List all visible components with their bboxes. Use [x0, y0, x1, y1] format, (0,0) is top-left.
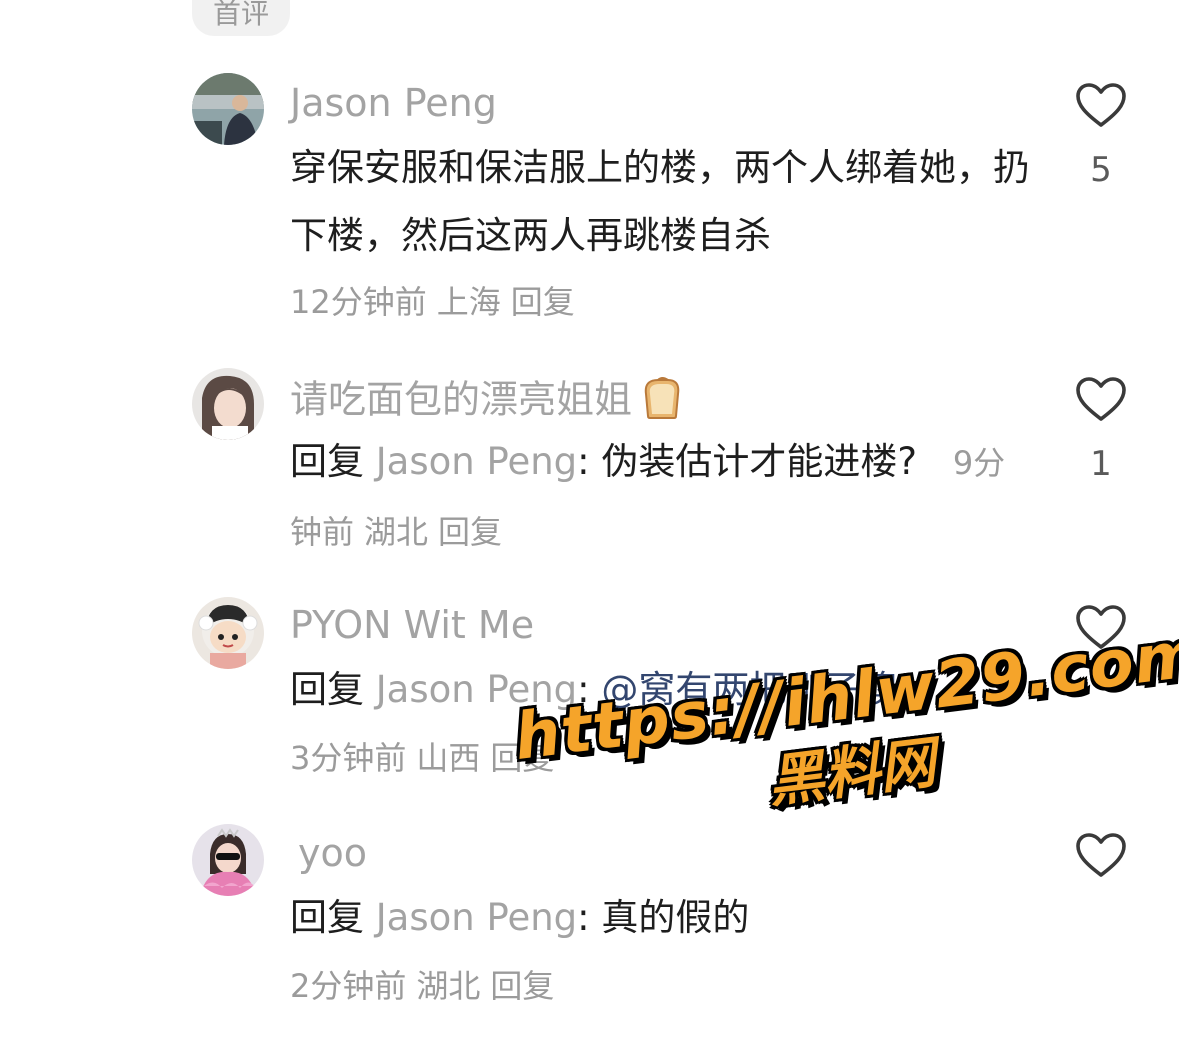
comment-meta: 12分钟前 上海 回复 [290, 282, 585, 322]
reply-prefix: 回复 [290, 896, 364, 939]
comment-text: 穿保安服和保洁服上的楼，两个人绑着她，扔下楼，然后这两人再跳楼自杀 [290, 146, 1030, 257]
reply-colon: : [577, 440, 590, 483]
username[interactable]: yoo [298, 830, 367, 876]
heart-icon [1076, 833, 1126, 877]
reply-button[interactable]: 回复 [490, 967, 554, 1005]
like-count: 5 [1090, 150, 1112, 190]
comment-location: 湖北 [416, 967, 481, 1005]
avatar[interactable] [192, 824, 264, 896]
like-count: 1 [1090, 444, 1112, 484]
like-button[interactable]: 5 [1072, 82, 1130, 190]
username[interactable]: 请吃面包的漂亮姐姐 [290, 374, 684, 430]
comment-text: 回复 Jason Peng: 真的假的 [290, 884, 1030, 952]
username-text: 请吃面包的漂亮姐姐 [290, 377, 633, 422]
reply-target-user[interactable]: Jason Peng [376, 896, 577, 939]
username[interactable]: PYON Wit Me [290, 602, 534, 648]
reply-content: 伪装估计才能进楼? [589, 440, 918, 483]
comment-time: 12分钟前 [290, 283, 427, 321]
mention-link[interactable]: @窝有两把刷子噢 [590, 668, 897, 711]
reply-button[interactable]: 回复 [438, 513, 502, 551]
reply-target-user[interactable]: Jason Peng [376, 668, 577, 711]
heart-icon [1076, 605, 1126, 649]
like-button[interactable] [1072, 604, 1130, 650]
avatar[interactable] [192, 597, 264, 669]
comment-time: 2分钟前 [290, 967, 407, 1005]
comment-meta: 2分钟前 湖北 回复 [290, 966, 564, 1006]
comment-location: 湖北 [364, 513, 429, 551]
reply-target-user[interactable]: Jason Peng [376, 440, 577, 483]
comment-text: 回复 Jason Peng: @窝有两把刷子噢 [290, 656, 1030, 724]
heart-icon [1076, 377, 1126, 421]
like-button[interactable] [1072, 832, 1130, 878]
username[interactable]: Jason Peng [290, 80, 497, 126]
comment-text: 回复 Jason Peng: 伪装估计才能进楼? 9分钟前 湖北 回复 [290, 428, 1030, 566]
reply-button[interactable]: 回复 [511, 283, 575, 321]
reply-content: 真的假的 [589, 896, 750, 939]
avatar[interactable] [192, 368, 264, 440]
heart-icon [1076, 83, 1126, 127]
comment-time: 3分钟前 [290, 739, 407, 777]
reply-prefix: 回复 [290, 440, 364, 483]
reply-colon: : [577, 896, 590, 939]
comment-location: 山西 [416, 739, 481, 777]
reply-colon: : [577, 668, 590, 711]
bread-emoji-icon [638, 374, 684, 430]
like-button[interactable]: 1 [1072, 376, 1130, 484]
avatar[interactable] [192, 73, 264, 145]
first-comment-tag: 首评 [192, 0, 290, 36]
comment-meta: 3分钟前 山西 回复 [290, 738, 564, 778]
reply-button[interactable]: 回复 [490, 739, 554, 777]
reply-prefix: 回复 [290, 668, 364, 711]
comment-location: 上海 [436, 283, 501, 321]
